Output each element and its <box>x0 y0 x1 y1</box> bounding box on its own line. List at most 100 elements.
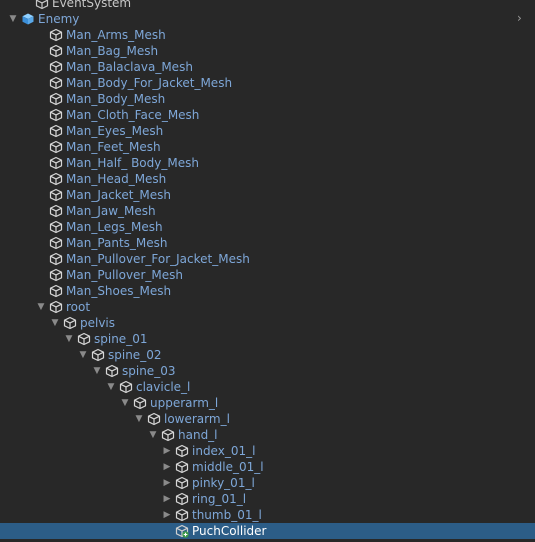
hierarchy-row[interactable]: Man_Pullover_For_Jacket_Mesh <box>0 251 535 267</box>
hierarchy-row-label: Man_Cloth_Face_Mesh <box>66 108 200 122</box>
hierarchy-row[interactable]: ▶ ring_01_l <box>0 491 535 507</box>
expand-arrow-right-icon[interactable]: ▶ <box>162 494 172 504</box>
hierarchy-row[interactable]: Man_Jacket_Mesh <box>0 187 535 203</box>
hierarchy-row-label: Man_Pullover_For_Jacket_Mesh <box>66 252 250 266</box>
hierarchy-row[interactable]: Man_Arms_Mesh <box>0 27 535 43</box>
added-cube-icon <box>175 524 189 538</box>
expand-arrow-right-icon[interactable]: ▶ <box>162 446 172 456</box>
hierarchy-row-label: PuchCollider <box>192 524 267 538</box>
hierarchy-row-label: Man_Half_ Body_Mesh <box>66 156 199 170</box>
prefab-icon <box>21 12 35 26</box>
cube-icon <box>175 444 189 458</box>
cube-icon <box>77 332 91 346</box>
hierarchy-row-label: index_01_l <box>192 444 256 458</box>
expand-arrow-down-icon[interactable]: ▼ <box>36 302 46 312</box>
cube-icon <box>49 188 63 202</box>
hierarchy-row-label: middle_01_l <box>192 460 264 474</box>
hierarchy-row[interactable]: Man_Cloth_Face_Mesh <box>0 107 535 123</box>
hierarchy-row-label: Man_Eyes_Mesh <box>66 124 164 138</box>
cube-icon <box>175 460 189 474</box>
hierarchy-row-label: Man_Jaw_Mesh <box>66 204 156 218</box>
cube-icon <box>161 428 175 442</box>
hierarchy-row-label: pelvis <box>80 316 116 330</box>
hierarchy-row[interactable]: Man_Pullover_Mesh <box>0 267 535 283</box>
hierarchy-row[interactable]: ▼ hand_l <box>0 427 535 443</box>
hierarchy-row[interactable]: Man_Legs_Mesh <box>0 219 535 235</box>
hierarchy-row[interactable]: ▶ thumb_01_l <box>0 507 535 523</box>
cube-icon <box>49 108 63 122</box>
hierarchy-row[interactable]: Man_Head_Mesh <box>0 171 535 187</box>
expand-arrow-down-icon[interactable]: ▼ <box>148 430 158 440</box>
expand-arrow-down-icon[interactable]: ▼ <box>92 366 102 376</box>
cube-icon <box>49 124 63 138</box>
hierarchy-row-label: spine_03 <box>122 364 176 378</box>
hierarchy-row[interactable]: Man_Body_For_Jacket_Mesh <box>0 75 535 91</box>
chevron-right-icon[interactable]: › <box>517 12 527 24</box>
hierarchy-row[interactable]: Man_Bag_Mesh <box>0 43 535 59</box>
hierarchy-row-label: Man_Feet_Mesh <box>66 140 161 154</box>
hierarchy-row[interactable]: Man_Eyes_Mesh <box>0 123 535 139</box>
cube-icon <box>49 284 63 298</box>
hierarchy-row-label: Man_Bag_Mesh <box>66 44 159 58</box>
hierarchy-row-label: Man_Arms_Mesh <box>66 28 166 42</box>
hierarchy-row-label: pinky_01_l <box>192 476 255 490</box>
cube-icon <box>175 492 189 506</box>
cube-icon <box>35 0 49 10</box>
hierarchy-row[interactable]: PuchCollider <box>0 523 535 539</box>
hierarchy-row-label: Man_Head_Mesh <box>66 172 167 186</box>
cube-icon <box>91 348 105 362</box>
hierarchy-row[interactable]: Man_Feet_Mesh <box>0 139 535 155</box>
expand-arrow-down-icon[interactable]: ▼ <box>120 398 130 408</box>
expand-arrow-down-icon[interactable]: ▼ <box>64 334 74 344</box>
hierarchy-row-label: clavicle_l <box>136 380 191 394</box>
expand-arrow-down-icon[interactable]: ▼ <box>78 350 88 360</box>
hierarchy-row[interactable]: Man_Half_ Body_Mesh <box>0 155 535 171</box>
expand-arrow-right-icon[interactable]: ▶ <box>162 478 172 488</box>
cube-icon <box>49 60 63 74</box>
hierarchy-row-label: Man_Body_For_Jacket_Mesh <box>66 76 233 90</box>
hierarchy-row[interactable]: Man_Body_Mesh <box>0 91 535 107</box>
expand-arrow-down-icon[interactable]: ▼ <box>8 14 18 24</box>
hierarchy-row[interactable]: EventSystem <box>0 0 535 11</box>
cube-icon <box>119 380 133 394</box>
cube-icon <box>49 172 63 186</box>
hierarchy-row[interactable]: ▼ upperarm_l <box>0 395 535 411</box>
cube-icon <box>49 76 63 90</box>
cube-icon <box>133 396 147 410</box>
hierarchy-row-label: Man_Balaclava_Mesh <box>66 60 193 74</box>
hierarchy-row[interactable]: Man_Jaw_Mesh <box>0 203 535 219</box>
hierarchy-row[interactable]: ▼ root <box>0 299 535 315</box>
cube-icon <box>49 204 63 218</box>
hierarchy-row[interactable]: ▼ lowerarm_l <box>0 411 535 427</box>
hierarchy-row-label: spine_02 <box>108 348 162 362</box>
hierarchy-row[interactable]: ▶ index_01_l <box>0 443 535 459</box>
hierarchy-row[interactable]: ▼ pelvis <box>0 315 535 331</box>
hierarchy-row-label: spine_01 <box>94 332 148 346</box>
hierarchy-row[interactable]: ▶ middle_01_l <box>0 459 535 475</box>
hierarchy-row-label: Man_Legs_Mesh <box>66 220 163 234</box>
expand-arrow-down-icon[interactable]: ▼ <box>106 382 116 392</box>
hierarchy-row[interactable]: ▶ pinky_01_l <box>0 475 535 491</box>
hierarchy-row[interactable]: ▼ spine_02 <box>0 347 535 363</box>
expand-arrow-down-icon[interactable]: ▼ <box>134 414 144 424</box>
cube-icon <box>63 316 77 330</box>
cube-icon <box>49 220 63 234</box>
hierarchy-row[interactable]: Man_Pants_Mesh <box>0 235 535 251</box>
hierarchy-row[interactable]: ▼ spine_03 <box>0 363 535 379</box>
hierarchy-row-label: thumb_01_l <box>192 508 262 522</box>
cube-icon <box>49 300 63 314</box>
hierarchy-row[interactable]: ▼ spine_01 <box>0 331 535 347</box>
hierarchy-row-label: Man_Pullover_Mesh <box>66 268 183 282</box>
hierarchy-row-label: upperarm_l <box>150 396 219 410</box>
hierarchy-row-label: EventSystem <box>52 0 132 10</box>
hierarchy-row[interactable]: ▼ clavicle_l <box>0 379 535 395</box>
hierarchy-row[interactable]: Man_Balaclava_Mesh <box>0 59 535 75</box>
expand-arrow-down-icon[interactable]: ▼ <box>50 318 60 328</box>
cube-icon <box>175 508 189 522</box>
expand-arrow-right-icon[interactable]: ▶ <box>162 510 172 520</box>
hierarchy-row[interactable]: Man_Shoes_Mesh <box>0 283 535 299</box>
hierarchy-row[interactable]: ▼ Enemy <box>0 11 535 27</box>
cube-icon <box>49 252 63 266</box>
hierarchy-row-label: lowerarm_l <box>164 412 230 426</box>
expand-arrow-right-icon[interactable]: ▶ <box>162 462 172 472</box>
